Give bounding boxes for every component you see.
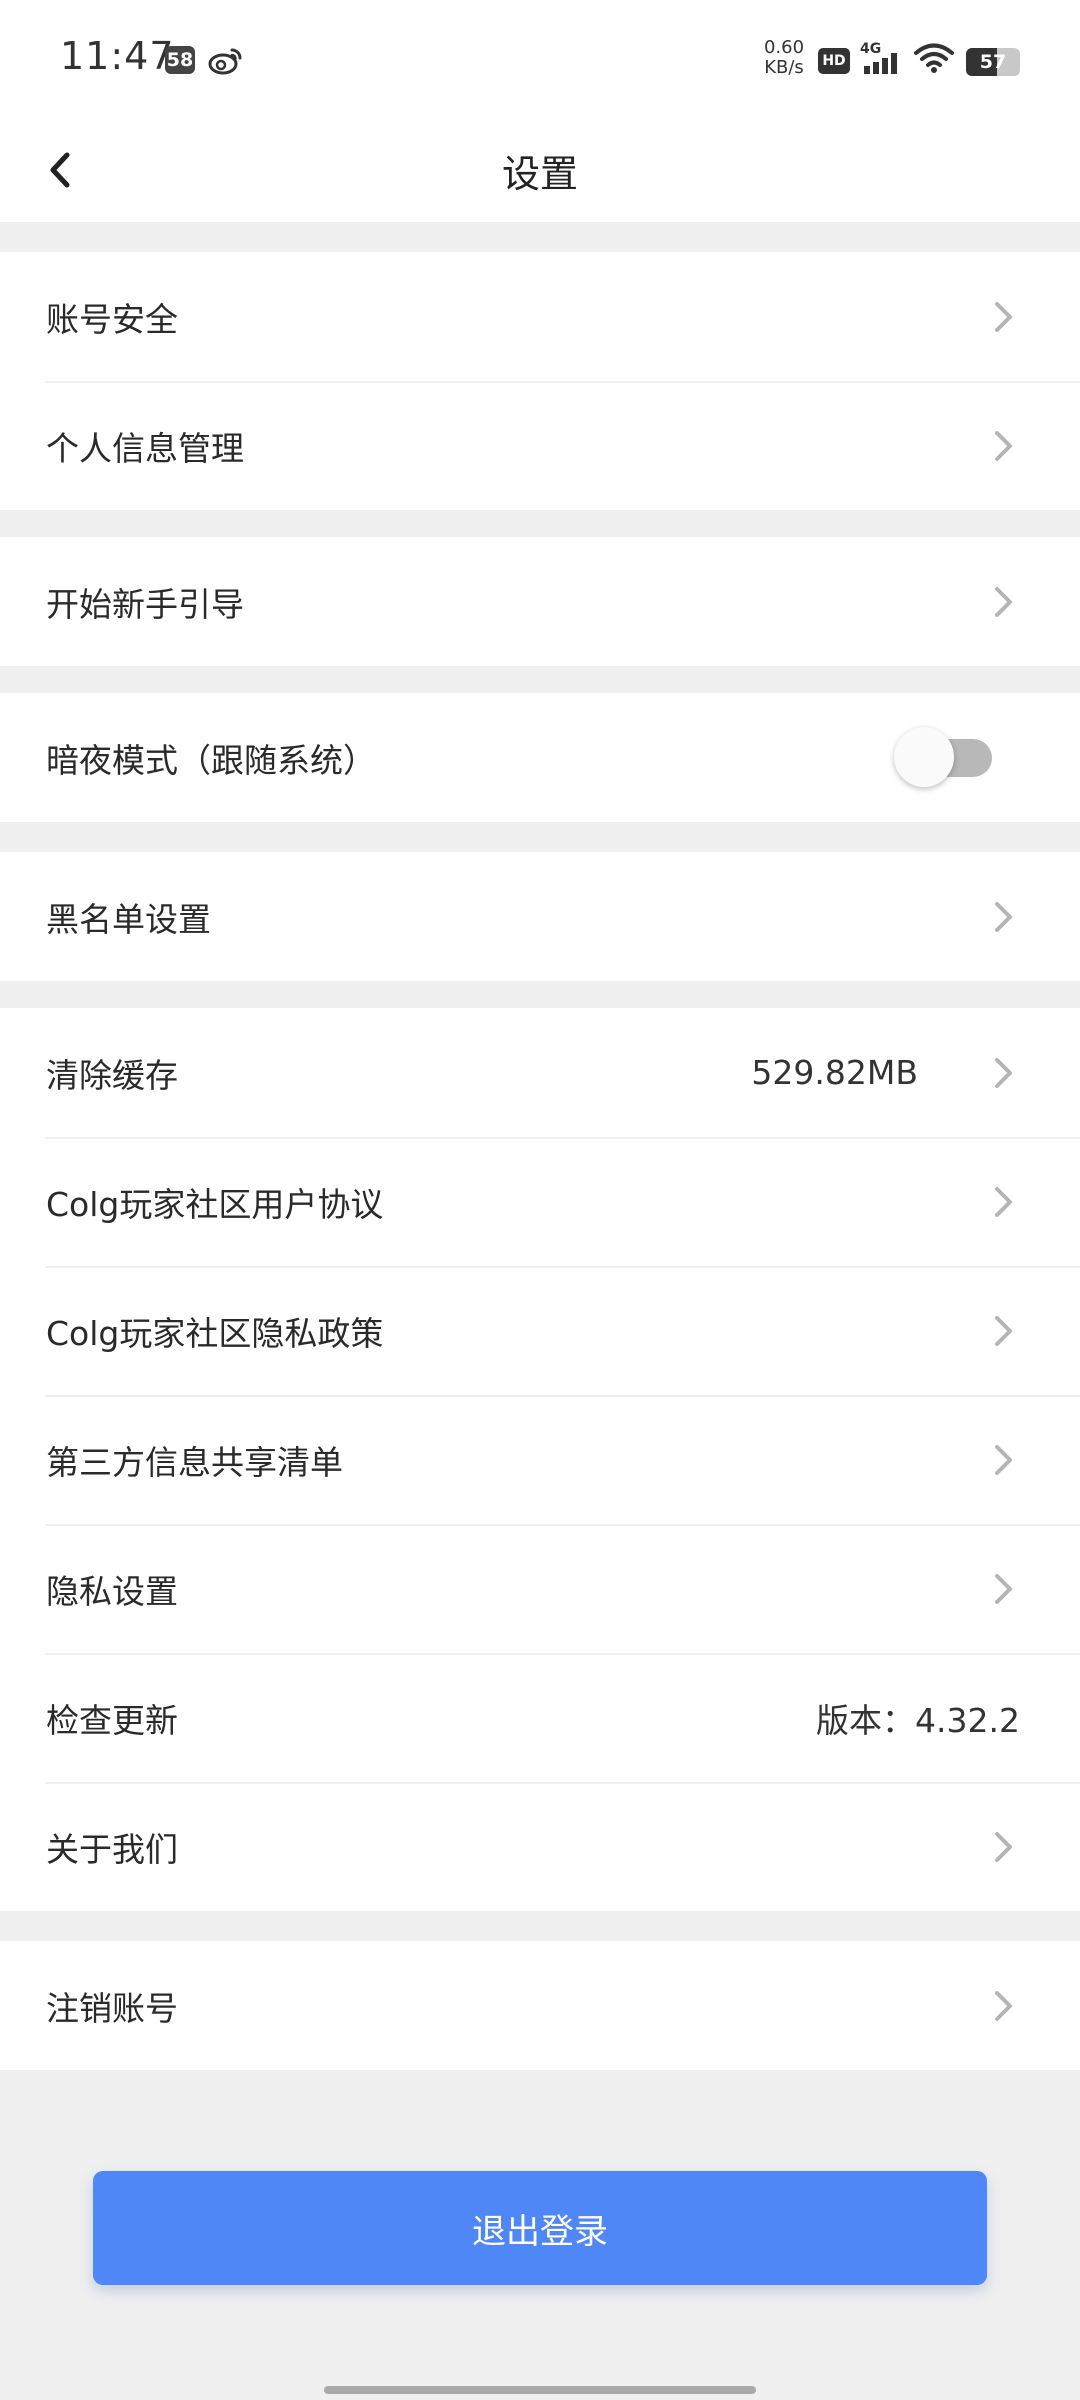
row-about-us[interactable]: 关于我们	[0, 1782, 1080, 1911]
back-arrow-icon	[50, 152, 70, 188]
row-label: 注销账号	[46, 1988, 178, 2028]
row-label: 个人信息管理	[46, 428, 244, 468]
chevron-right-icon	[995, 1990, 1012, 2021]
row-user-agreement[interactable]: Colg玩家社区用户协议	[0, 1137, 1080, 1266]
logout-button[interactable]: 退出登录	[93, 2171, 987, 2285]
row-privacy-settings[interactable]: 隐私设置	[0, 1524, 1080, 1653]
battery-level: 57	[979, 51, 1007, 73]
nav-bar: 设置	[0, 118, 1080, 222]
row-clear-cache[interactable]: 清除缓存 529.82MB	[0, 1008, 1080, 1137]
page-title: 设置	[501, 151, 578, 196]
hd-icon: HD	[818, 48, 850, 74]
settings-group-general: 清除缓存 529.82MB Colg玩家社区用户协议 Colg玩家社区隐私政策 …	[0, 1008, 1080, 1911]
home-indicator[interactable]	[324, 2386, 756, 2394]
chevron-right-icon	[995, 1444, 1012, 1475]
row-label: 黑名单设置	[46, 899, 211, 939]
network-speed-unit: KB/s	[764, 57, 804, 78]
signal-icon: 4G	[860, 40, 904, 76]
wifi-icon	[914, 42, 954, 74]
row-personal-info[interactable]: 个人信息管理	[0, 381, 1080, 510]
chevron-right-icon	[995, 1186, 1012, 1217]
toggle-knob	[894, 727, 954, 787]
row-label: 隐私设置	[46, 1571, 178, 1611]
settings-group-blacklist: 黑名单设置	[0, 852, 1080, 981]
row-label: 清除缓存	[46, 1055, 178, 1095]
row-check-update[interactable]: 检查更新 版本：4.32.2	[0, 1653, 1080, 1782]
status-time: 11:47	[60, 34, 175, 78]
status-bar: 11:47 58 0.60 KB/s HD 4G 57	[0, 0, 1080, 118]
row-label: 开始新手引导	[46, 584, 244, 624]
row-label: Colg玩家社区隐私政策	[46, 1313, 384, 1353]
cache-size-value: 529.82MB	[751, 1053, 918, 1092]
settings-group-account: 账号安全 个人信息管理	[0, 252, 1080, 510]
battery-icon: 57	[966, 48, 1020, 76]
row-label: 暗夜模式（跟随系统）	[46, 740, 376, 780]
row-third-party-sharing[interactable]: 第三方信息共享清单	[0, 1395, 1080, 1524]
network-speed-value: 0.60	[763, 37, 805, 58]
row-account-security[interactable]: 账号安全	[0, 252, 1080, 381]
notification-badge: 58	[165, 46, 195, 74]
chevron-right-icon	[995, 901, 1012, 932]
settings-group-deactivate: 注销账号	[0, 1941, 1080, 2070]
chevron-right-icon	[995, 430, 1012, 461]
chevron-right-icon	[995, 1831, 1012, 1862]
network-speed: 0.60 KB/s	[758, 38, 810, 78]
weibo-icon	[208, 44, 244, 76]
chevron-right-icon	[995, 1057, 1012, 1088]
app-version-value: 版本：4.32.2	[816, 1700, 1020, 1740]
row-label: Colg玩家社区用户协议	[46, 1184, 384, 1224]
settings-group-dark-mode: 暗夜模式（跟随系统）	[0, 693, 1080, 822]
chevron-right-icon	[995, 301, 1012, 332]
signal-label: 4G	[860, 41, 881, 57]
row-blacklist[interactable]: 黑名单设置	[0, 852, 1080, 981]
chevron-right-icon	[995, 1315, 1012, 1346]
row-deactivate-account[interactable]: 注销账号	[0, 1941, 1080, 2070]
dark-mode-toggle[interactable]	[894, 727, 994, 787]
row-label: 第三方信息共享清单	[46, 1442, 343, 1482]
row-label: 检查更新	[46, 1700, 178, 1740]
chevron-right-icon	[995, 586, 1012, 617]
row-start-guide[interactable]: 开始新手引导	[0, 537, 1080, 666]
row-label: 关于我们	[46, 1829, 178, 1869]
back-button[interactable]	[30, 140, 90, 200]
row-privacy-policy[interactable]: Colg玩家社区隐私政策	[0, 1266, 1080, 1395]
row-label: 账号安全	[46, 299, 178, 339]
settings-group-guide: 开始新手引导	[0, 537, 1080, 666]
row-dark-mode: 暗夜模式（跟随系统）	[0, 693, 1080, 822]
chevron-right-icon	[995, 1573, 1012, 1604]
